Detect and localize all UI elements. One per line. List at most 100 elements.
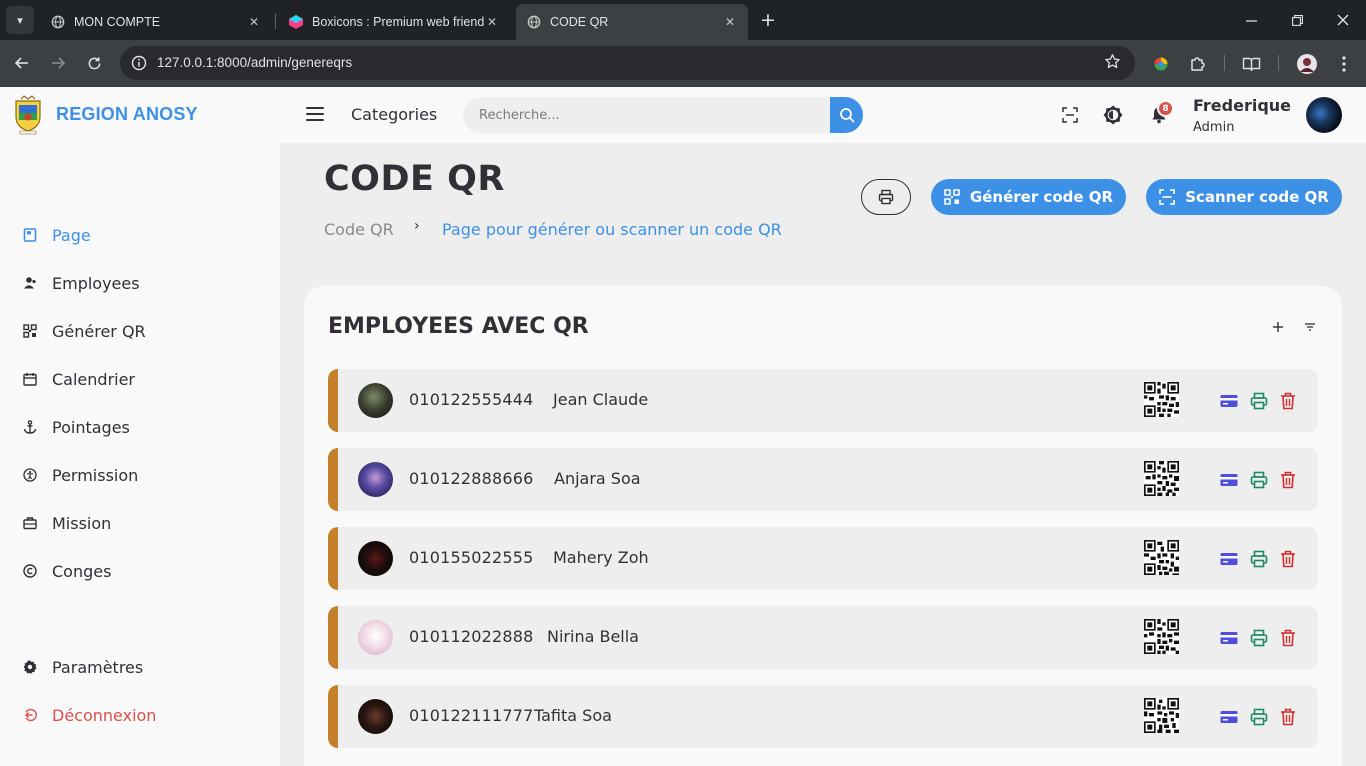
print-row-icon[interactable] — [1249, 391, 1269, 411]
qr-code-image — [1144, 382, 1179, 417]
print-row-icon[interactable] — [1249, 470, 1269, 490]
copyright-icon — [22, 563, 38, 579]
id-card-icon[interactable] — [1219, 707, 1239, 727]
notification-count-badge: 8 — [1157, 100, 1174, 117]
search-form — [463, 97, 863, 133]
print-row-icon[interactable] — [1249, 707, 1269, 727]
sidebar-item-calendrier[interactable]: Calendrier — [8, 359, 276, 399]
url-text[interactable]: 127.0.0.1:8000/admin/genereqrs — [157, 55, 352, 70]
profile-avatar-icon[interactable] — [1296, 53, 1318, 75]
employee-avatar — [358, 462, 393, 497]
tab-search-button[interactable]: ▾ — [6, 6, 34, 34]
extensions-puzzle-icon[interactable] — [1187, 53, 1209, 75]
sidebar-item-label: Paramètres — [52, 657, 144, 677]
menu-toggle-icon[interactable] — [306, 107, 324, 123]
user-name[interactable]: Frederique — [1193, 96, 1291, 115]
id-card-icon[interactable] — [1219, 391, 1239, 411]
region-crest-logo — [12, 95, 44, 135]
reading-list-icon[interactable] — [1240, 53, 1262, 75]
generate-qr-label: Générer code QR — [969, 188, 1114, 206]
search-input[interactable] — [463, 97, 830, 133]
sidebar-item-parametres[interactable]: Paramètres — [8, 647, 276, 687]
scan-qr-button[interactable]: Scanner code QR — [1146, 179, 1342, 215]
user-avatar[interactable] — [1306, 97, 1342, 133]
toolbar-divider — [1224, 55, 1225, 71]
boxicons-logo-icon — [288, 14, 304, 30]
employee-name: Tafita Soa — [534, 706, 612, 725]
employee-id: 010155022555 — [409, 548, 534, 567]
categories-link[interactable]: Categories — [351, 105, 437, 124]
close-tab-icon[interactable]: ✕ — [246, 15, 262, 29]
id-card-icon[interactable] — [1219, 628, 1239, 648]
browser-menu-icon[interactable] — [1333, 53, 1355, 75]
restore-window-button[interactable] — [1274, 0, 1320, 40]
forward-button[interactable] — [45, 50, 71, 76]
reload-button[interactable] — [81, 50, 107, 76]
new-tab-button[interactable]: + — [758, 8, 778, 32]
id-card-icon[interactable] — [1219, 549, 1239, 569]
filter-icon[interactable] — [1301, 318, 1319, 336]
table-row[interactable]: 010122888666 Anjara Soa — [328, 448, 1318, 511]
table-row[interactable]: 010122111777 Tafita Soa — [328, 685, 1318, 748]
sidebar-item-mission[interactable]: Mission — [8, 503, 276, 543]
log-out-icon — [22, 707, 38, 723]
browser-tab-mon-compte[interactable]: MON COMPTE ✕ — [40, 4, 272, 40]
sidebar-item-generer-qr[interactable]: Générer QR — [8, 311, 276, 351]
bookmark-star-icon[interactable] — [1104, 53, 1121, 74]
sidebar-item-page[interactable]: Page — [8, 215, 276, 255]
table-row[interactable]: 010112022888 Nirina Bella — [328, 606, 1318, 669]
extension-colorful-icon[interactable] — [1150, 53, 1172, 75]
print-row-icon[interactable] — [1249, 549, 1269, 569]
page-title: CODE QR — [324, 159, 505, 199]
generate-qr-button[interactable]: Générer code QR — [931, 179, 1126, 215]
browser-tab-code-qr[interactable]: CODE QR ✕ — [516, 4, 748, 40]
theme-toggle-icon[interactable] — [1102, 104, 1124, 126]
user-icon — [22, 275, 38, 291]
sidebar-item-pointages[interactable]: Pointages — [8, 407, 276, 447]
trash-icon[interactable] — [1278, 707, 1298, 727]
globe-icon — [526, 14, 542, 30]
employee-avatar — [358, 383, 393, 418]
address-bar[interactable]: 127.0.0.1:8000/admin/genereqrs — [120, 46, 1135, 80]
sidebar-item-label: Conges — [52, 561, 112, 581]
tab-title: MON COMPTE — [74, 15, 161, 29]
site-info-icon[interactable] — [130, 54, 148, 72]
employee-avatar — [358, 620, 393, 655]
brand-name[interactable]: REGION ANOSY — [56, 104, 198, 125]
minimize-window-button[interactable] — [1228, 0, 1274, 40]
trash-icon[interactable] — [1278, 470, 1298, 490]
breadcrumb-current[interactable]: Page pour générer ou scanner un code QR — [442, 220, 782, 239]
close-tab-icon[interactable]: ✕ — [722, 15, 738, 29]
sidebar-item-permission[interactable]: Permission — [8, 455, 276, 495]
sidebar-item-label: Calendrier — [52, 369, 136, 389]
employee-avatar — [358, 699, 393, 734]
sidebar-item-employees[interactable]: Employees — [8, 263, 276, 303]
toolbar-divider — [1278, 55, 1279, 71]
trash-icon[interactable] — [1278, 549, 1298, 569]
back-button[interactable] — [9, 50, 35, 76]
print-button[interactable] — [861, 179, 911, 215]
card-title: EMPLOYEES AVEC QR — [328, 314, 589, 339]
sidebar-item-label: Déconnexion — [52, 705, 157, 725]
main-content: CODE QR Code QR › Page pour générer ou s… — [280, 143, 1366, 766]
sidebar-item-conges[interactable]: Conges — [8, 551, 276, 591]
close-tab-icon[interactable]: ✕ — [484, 15, 500, 29]
breadcrumb-chevron-icon: › — [414, 218, 420, 234]
search-button[interactable] — [830, 97, 863, 133]
id-card-icon[interactable] — [1219, 470, 1239, 490]
sidebar-item-label: Page — [52, 225, 91, 245]
breadcrumb-root[interactable]: Code QR — [324, 220, 394, 239]
trash-icon[interactable] — [1278, 391, 1298, 411]
qr-scan-icon — [944, 189, 960, 205]
close-window-button[interactable] — [1320, 0, 1366, 40]
add-icon[interactable] — [1269, 318, 1287, 336]
anchor-icon — [22, 419, 38, 435]
fullscreen-icon[interactable] — [1059, 104, 1081, 126]
sidebar-item-deconnexion[interactable]: Déconnexion — [8, 695, 276, 735]
table-row[interactable]: 010155022555 Mahery Zoh — [328, 527, 1318, 590]
table-row[interactable]: 010122555444 Jean Claude — [328, 369, 1318, 432]
print-row-icon[interactable] — [1249, 628, 1269, 648]
sidebar-item-label: Permission — [52, 465, 139, 485]
trash-icon[interactable] — [1278, 628, 1298, 648]
browser-tab-boxicons[interactable]: Boxicons : Premium web friendly icons ✕ — [278, 4, 510, 40]
